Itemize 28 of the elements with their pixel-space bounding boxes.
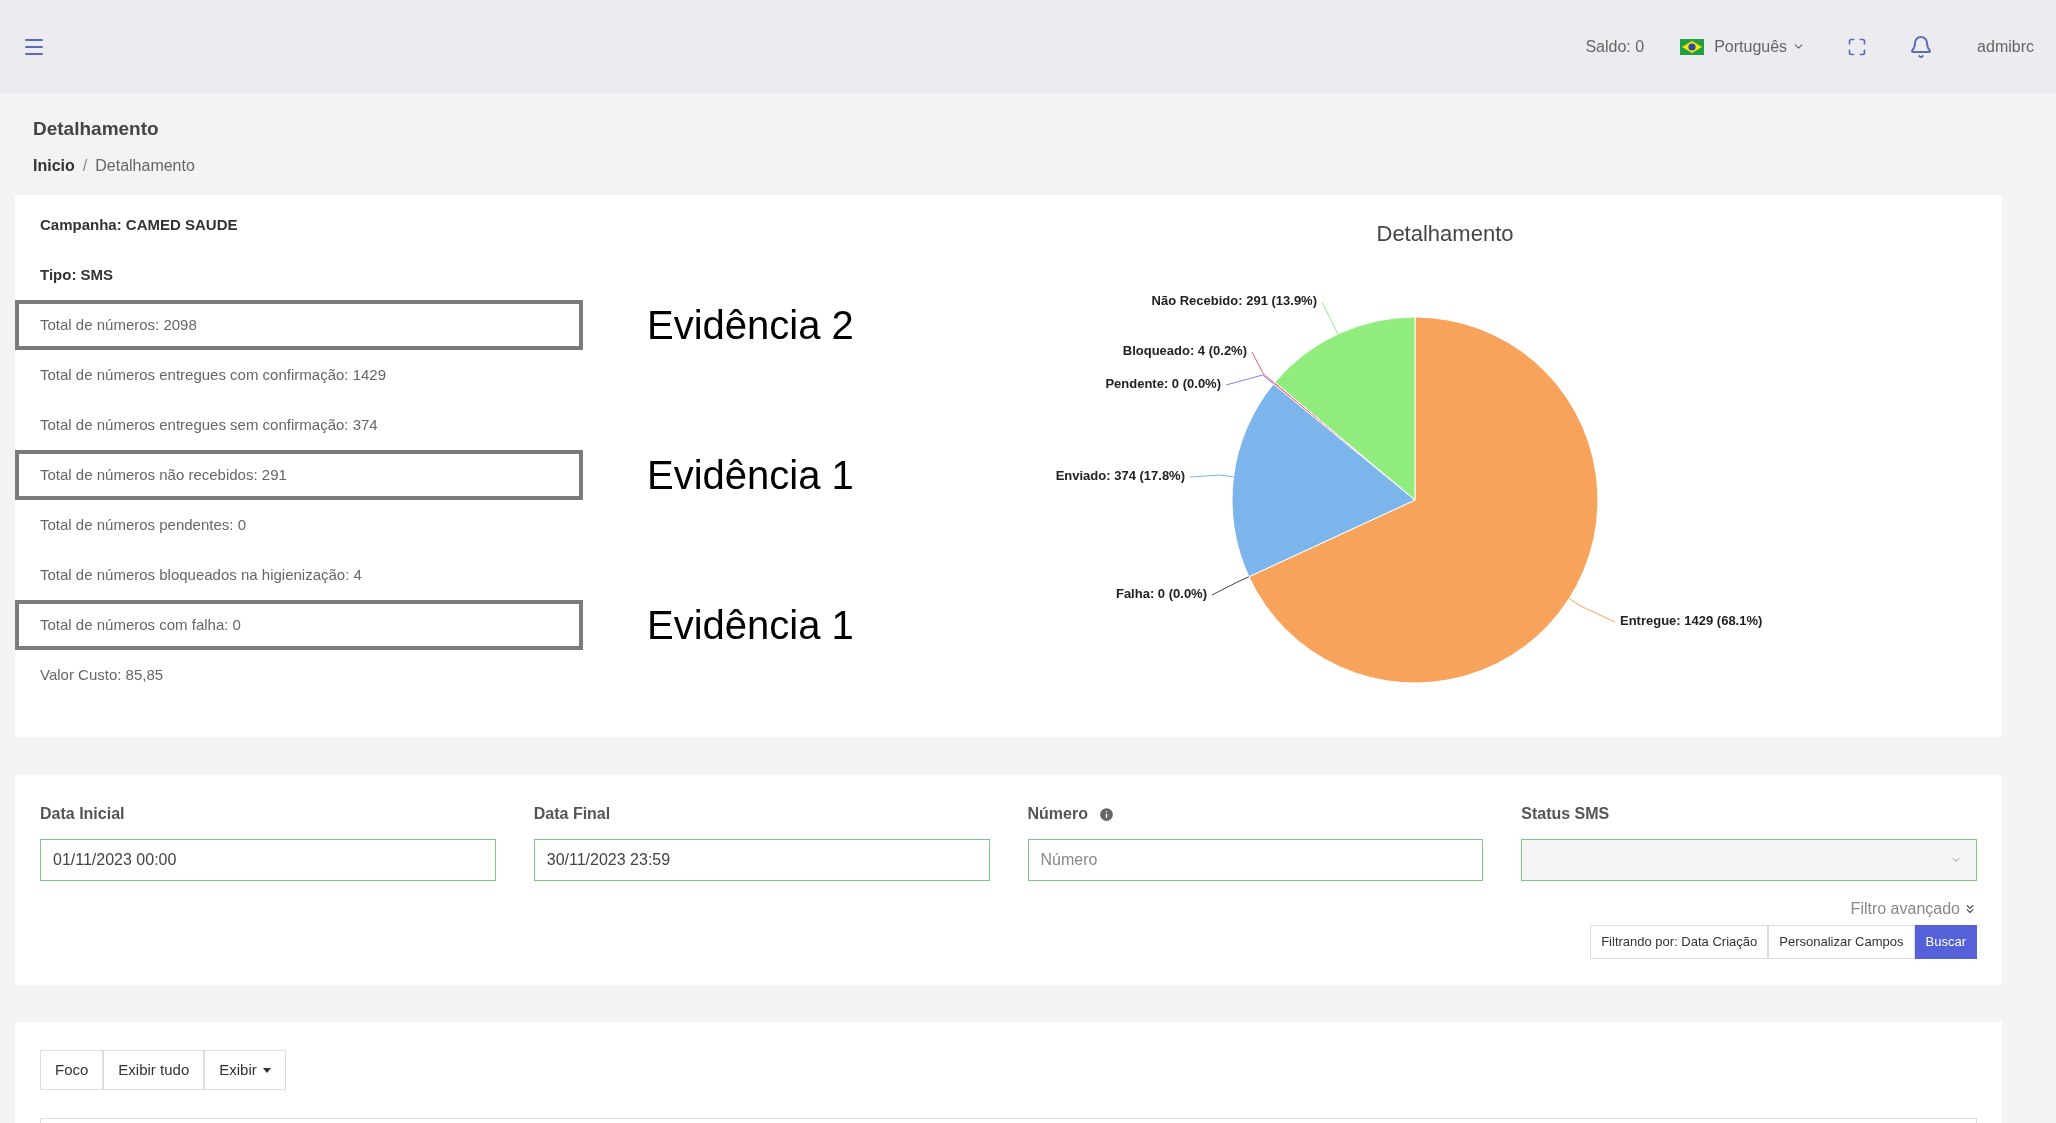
summary-row-text: Total de números entregues sem confirmação: 374	[39, 414, 379, 435]
summary-row-text: Tipo: SMS	[39, 264, 115, 285]
summary-row-text: Total de números entregues com confirmação: 1429	[39, 364, 388, 385]
highlighted-row: Total de números com falha: 0	[15, 600, 583, 650]
summary-row-text: Total de números bloqueados na higienização: 4	[39, 564, 363, 585]
field-label: Número	[1027, 804, 1088, 824]
highlighted-row: Total de números não recebidos: 291	[15, 450, 583, 500]
slice-label: Enviado: 374 (17.8%)	[1055, 468, 1185, 484]
slice-label: Entregue: 1429 (68.1%)	[1620, 613, 1763, 629]
slice-label: Não Recebido: 291 (13.9%)	[1151, 293, 1317, 309]
field-label: Data Final	[533, 804, 611, 824]
page-title: Detalhamento	[33, 117, 160, 141]
field-label: Data Inicial	[40, 804, 125, 824]
breadcrumb-item: Detalhamento	[95, 155, 195, 176]
evidence-note: Evidência 1	[647, 602, 854, 649]
chart-title: Detalhamento	[1376, 220, 1514, 248]
field-label: Status SMS	[1521, 804, 1610, 824]
evidence-note: Evidência 1	[647, 452, 854, 499]
summary-row-text: Total de números pendentes: 0	[39, 514, 247, 535]
highlighted-row: Total de números: 2098	[15, 300, 583, 350]
slice-label: Falha: 0 (0.0%)	[1115, 586, 1207, 602]
slice-label: Bloqueado: 4 (0.2%)	[1122, 343, 1247, 359]
breadcrumb-separator: /	[82, 155, 88, 176]
summary-row-text: Valor Custo: 85,85	[39, 664, 165, 685]
evidence-note: Evidência 2	[647, 302, 854, 349]
summary-row-text: Campanha: CAMED SAUDE	[39, 214, 239, 235]
balance-text: Saldo: 0	[1585, 36, 1645, 57]
slice-label: Pendente: 0 (0.0%)	[1105, 376, 1221, 392]
